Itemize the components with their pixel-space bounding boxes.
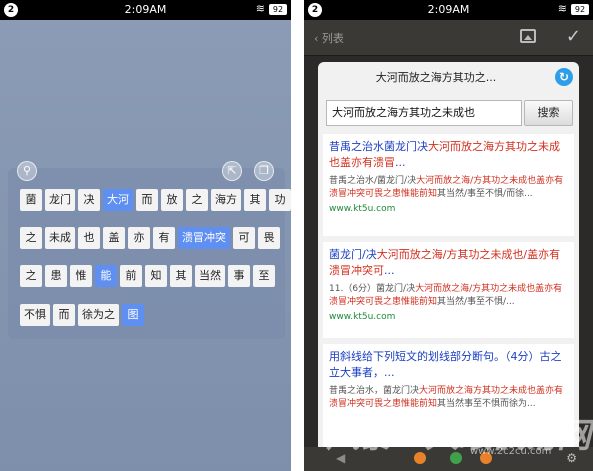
search-button[interactable]: 搜索 bbox=[524, 100, 573, 126]
image-icon[interactable] bbox=[520, 29, 536, 43]
word-chip[interactable]: 有 bbox=[153, 227, 175, 249]
status-time: 2:09AM bbox=[427, 3, 470, 16]
word-chip[interactable]: 惟 bbox=[70, 265, 92, 287]
result-title[interactable]: 昔禹之治水菌龙门决大河而放之海方其功之未成也盖亦有溃冒... bbox=[329, 139, 568, 171]
result-snippet: 11.（6分）菌龙门/决大河而放之海/方其功之未成也盖亦有溃冒冲突可畏之患惟能前… bbox=[329, 284, 563, 307]
word-chip[interactable]: 海方 bbox=[211, 189, 241, 211]
word-chip[interactable]: 龙门 bbox=[45, 189, 75, 211]
word-chip[interactable]: 未成 bbox=[45, 227, 75, 249]
share-icon[interactable]: ⇱ bbox=[222, 161, 242, 181]
search-icon[interactable]: ⚲ bbox=[17, 161, 37, 181]
word-chip[interactable]: 功 bbox=[269, 189, 291, 211]
right-screen: 2 2:09AM ≋ 92 ‹ 列表 ✓ 大河而放之海方其功之... ↻ 大河而… bbox=[304, 0, 593, 471]
watermark-url: www.2c2cu.com bbox=[470, 446, 552, 457]
word-chip[interactable]: 能 bbox=[95, 265, 117, 287]
wifi-icon: ≋ bbox=[255, 2, 265, 15]
word-chip[interactable]: 之 bbox=[20, 265, 42, 287]
chip-row: 之未成也盖亦有溃冒冲突可畏 bbox=[20, 227, 280, 249]
chip-row: 不惧而徐为之图 bbox=[20, 304, 144, 326]
copy-icon[interactable]: ❐ bbox=[254, 161, 274, 181]
word-chip[interactable]: 盖 bbox=[103, 227, 125, 249]
wifi-icon: ≋ bbox=[557, 2, 567, 15]
word-chip[interactable]: 溃冒冲突 bbox=[178, 227, 230, 249]
back-button[interactable]: ‹ 列表 bbox=[314, 30, 344, 46]
word-chip[interactable]: 其 bbox=[244, 189, 266, 211]
result-title[interactable]: 菌龙门/决大河而放之海/方其功之未成也/盖亦有溃冒冲突可... bbox=[329, 247, 568, 279]
battery-indicator: 92 bbox=[571, 4, 589, 15]
word-chip[interactable]: 患 bbox=[45, 265, 67, 287]
word-chip[interactable]: 亦 bbox=[128, 227, 150, 249]
word-chip[interactable]: 当然 bbox=[195, 265, 225, 287]
top-toolbar: ‹ 列表 ✓ bbox=[304, 20, 593, 56]
result-url: www.kt5u.com bbox=[329, 312, 396, 322]
check-icon[interactable]: ✓ bbox=[566, 26, 581, 47]
word-chip[interactable]: 知 bbox=[145, 265, 167, 287]
word-chip[interactable]: 徐为之 bbox=[78, 304, 119, 326]
word-chip[interactable]: 决 bbox=[78, 189, 100, 211]
status-bar: 2 2:09AM ≋ 92 bbox=[0, 0, 291, 20]
search-input[interactable]: 大河而放之海方其功之未成也 bbox=[326, 100, 522, 126]
word-segment-panel: ⚲ ⇱ ❐ 菌龙门决大河而放之海方其功 之未成也盖亦有溃冒冲突可畏 之患惟能前知… bbox=[8, 161, 291, 339]
left-screen: 2 2:09AM ≋ 92 ⚲ ⇱ ❐ 菌龙门决大河而放之海方其功 之未成也盖亦… bbox=[0, 0, 291, 471]
word-chip[interactable]: 放 bbox=[161, 189, 183, 211]
word-chip[interactable]: 而 bbox=[136, 189, 158, 211]
word-chip[interactable]: 畏 bbox=[258, 227, 280, 249]
battery-indicator: 92 bbox=[269, 4, 287, 15]
word-chip[interactable]: 前 bbox=[120, 265, 142, 287]
result-snippet: 昔禹之治水/菌龙门/决大河而放之海/方其功之未成也盖亦有溃冒冲突可畏之患惟能前知… bbox=[329, 176, 564, 199]
word-chip[interactable]: 图 bbox=[122, 304, 144, 326]
word-chip[interactable]: 之 bbox=[186, 189, 208, 211]
word-chip[interactable]: 菌 bbox=[20, 189, 42, 211]
status-time: 2:09AM bbox=[124, 3, 167, 16]
word-chip[interactable]: 其 bbox=[170, 265, 192, 287]
word-chip[interactable]: 也 bbox=[78, 227, 100, 249]
card-title: 大河而放之海方其功之... bbox=[375, 71, 497, 84]
back-label: 列表 bbox=[321, 32, 344, 45]
word-chip[interactable]: 事 bbox=[228, 265, 250, 287]
result-url: www.kt5u.com bbox=[329, 204, 396, 214]
status-bar: 2 2:09AM ≋ 92 bbox=[304, 0, 593, 20]
search-result[interactable]: 菌龙门/决大河而放之海/方其功之未成也/盖亦有溃冒冲突可... 11.（6分）菌… bbox=[323, 242, 574, 338]
word-chip[interactable]: 大河 bbox=[103, 189, 133, 211]
chip-row: 之患惟能前知其当然事至 bbox=[20, 265, 275, 287]
word-chip[interactable]: 至 bbox=[253, 265, 275, 287]
back-chevron-icon: ‹ bbox=[314, 32, 322, 45]
word-chip[interactable]: 不惧 bbox=[20, 304, 50, 326]
result-title[interactable]: 用斜线给下列短文的划线部分断句。（4分）古之立大事者，... bbox=[329, 349, 568, 381]
chip-row: 菌龙门决大河而放之海方其功 bbox=[20, 189, 291, 211]
word-chip[interactable]: 之 bbox=[20, 227, 42, 249]
search-result[interactable]: 昔禹之治水菌龙门决大河而放之海方其功之未成也盖亦有溃冒... 昔禹之治水/菌龙门… bbox=[323, 134, 574, 236]
refresh-icon[interactable]: ↻ bbox=[555, 68, 573, 86]
word-chip[interactable]: 而 bbox=[53, 304, 75, 326]
word-chip[interactable]: 可 bbox=[233, 227, 255, 249]
